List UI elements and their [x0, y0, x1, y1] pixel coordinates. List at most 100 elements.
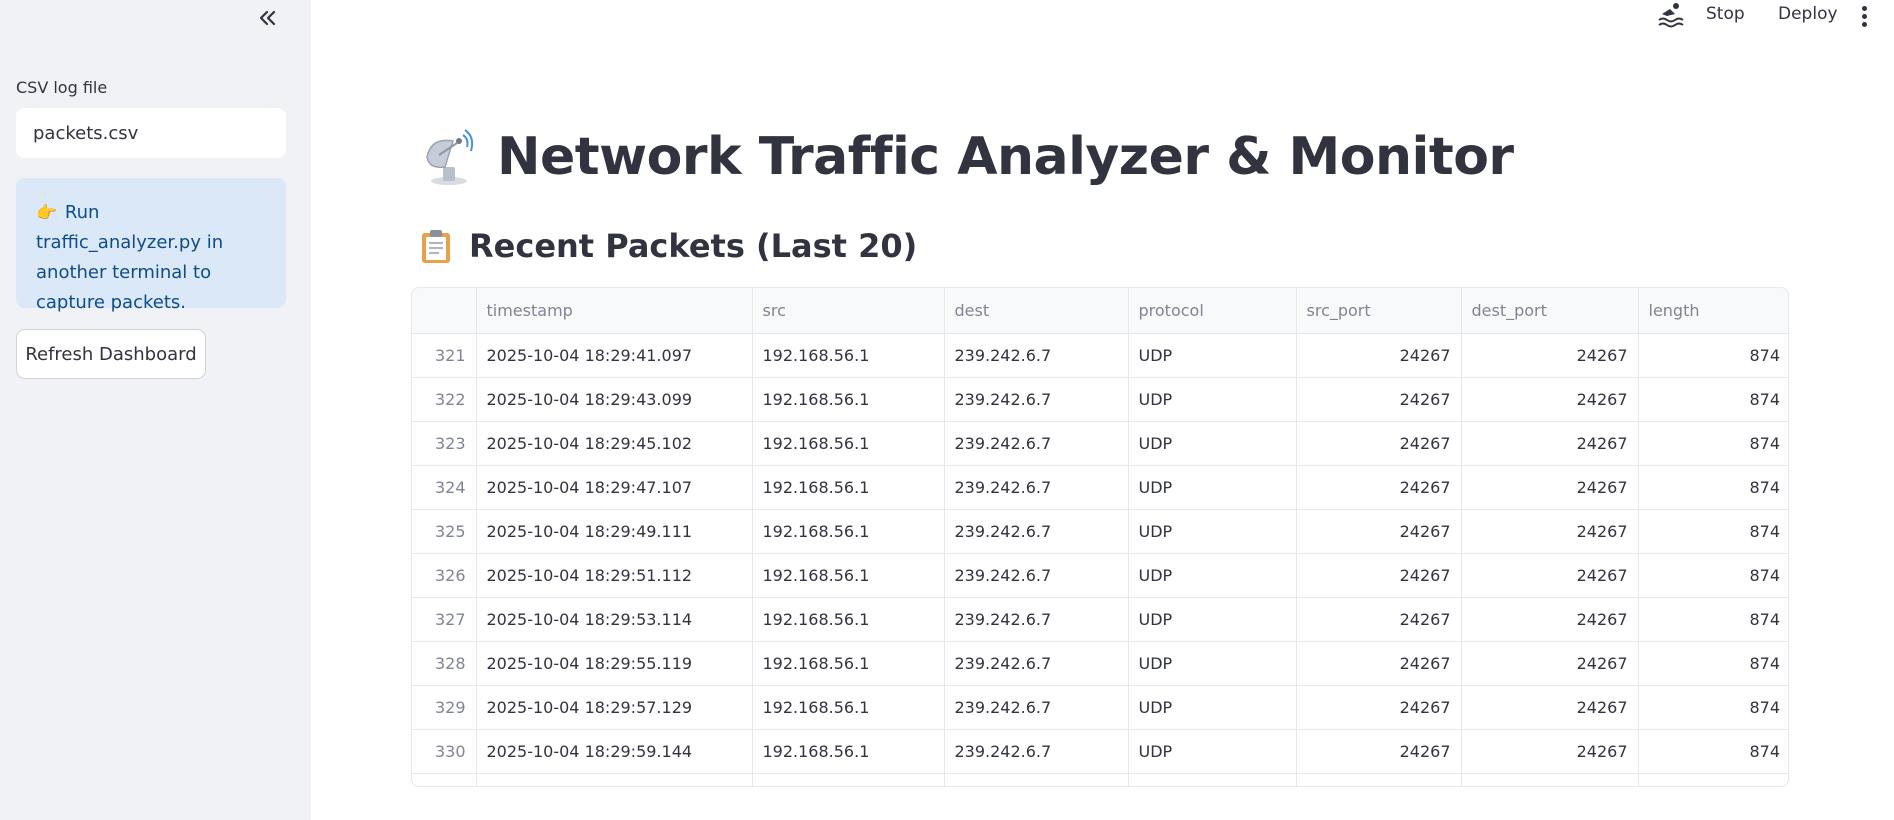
- table-row[interactable]: 328 2025-10-04 18:29:55.119 192.168.56.1 23…: [412, 641, 1788, 686]
- cell-index[interactable]: 324: [412, 465, 477, 510]
- vertical-ellipsis-icon[interactable]: [1855, 4, 1873, 30]
- double-chevron-left-icon[interactable]: [253, 4, 281, 32]
- cell-timestamp[interactable]: [476, 773, 753, 786]
- cell-index[interactable]: [412, 773, 477, 786]
- cell-timestamp[interactable]: 2025-10-04 18:29:47.107: [476, 465, 753, 510]
- cell-src[interactable]: 192.168.56.1: [752, 553, 945, 598]
- table-row[interactable]: [412, 773, 1788, 786]
- table-row[interactable]: 324 2025-10-04 18:29:47.107 192.168.56.1 23…: [412, 465, 1788, 510]
- cell-index[interactable]: 330: [412, 729, 477, 774]
- column-header-dest[interactable]: dest: [944, 288, 1129, 334]
- cell-dest_port[interactable]: 24267: [1461, 333, 1639, 378]
- cell-protocol[interactable]: UDP: [1128, 465, 1297, 510]
- cell-dest_port[interactable]: 24267: [1461, 685, 1639, 730]
- cell-dest[interactable]: 239.242.6.7: [944, 333, 1129, 378]
- cell-protocol[interactable]: UDP: [1128, 421, 1297, 466]
- table-row[interactable]: 321 2025-10-04 18:29:41.097 192.168.56.1 23…: [412, 333, 1788, 378]
- cell-dest[interactable]: 239.242.6.7: [944, 641, 1129, 686]
- table-row[interactable]: 326 2025-10-04 18:29:51.112 192.168.56.1 23…: [412, 553, 1788, 598]
- stop-button[interactable]: Stop: [1706, 4, 1745, 24]
- cell-index[interactable]: 322: [412, 377, 477, 422]
- cell-dest_port[interactable]: [1461, 773, 1639, 786]
- cell-src[interactable]: 192.168.56.1: [752, 509, 945, 554]
- cell-src[interactable]: 192.168.56.1: [752, 597, 945, 642]
- cell-index[interactable]: 321: [412, 333, 477, 378]
- cell-src[interactable]: 192.168.56.1: [752, 729, 945, 774]
- deploy-button[interactable]: Deploy: [1778, 4, 1838, 24]
- cell-length[interactable]: [1638, 773, 1788, 786]
- cell-protocol[interactable]: UDP: [1128, 333, 1297, 378]
- cell-index[interactable]: 325: [412, 509, 477, 554]
- table-row[interactable]: 330 2025-10-04 18:29:59.144 192.168.56.1 23…: [412, 729, 1788, 774]
- cell-dest[interactable]: 239.242.6.7: [944, 421, 1129, 466]
- cell-dest[interactable]: 239.242.6.7: [944, 553, 1129, 598]
- cell-src[interactable]: 192.168.56.1: [752, 377, 945, 422]
- cell-index[interactable]: 328: [412, 641, 477, 686]
- cell-dest[interactable]: 239.242.6.7: [944, 597, 1129, 642]
- column-header-timestamp[interactable]: timestamp: [476, 288, 753, 334]
- cell-length[interactable]: 874: [1638, 641, 1788, 686]
- table-row[interactable]: 323 2025-10-04 18:29:45.102 192.168.56.1 23…: [412, 421, 1788, 466]
- cell-src[interactable]: 192.168.56.1: [752, 333, 945, 378]
- cell-src[interactable]: [752, 773, 945, 786]
- cell-length[interactable]: 874: [1638, 597, 1788, 642]
- cell-length[interactable]: 874: [1638, 377, 1788, 422]
- cell-length[interactable]: 874: [1638, 465, 1788, 510]
- cell-src[interactable]: 192.168.56.1: [752, 421, 945, 466]
- cell-dest[interactable]: 239.242.6.7: [944, 377, 1129, 422]
- cell-length[interactable]: 874: [1638, 729, 1788, 774]
- cell-protocol[interactable]: UDP: [1128, 685, 1297, 730]
- cell-dest[interactable]: [944, 773, 1129, 786]
- cell-length[interactable]: 874: [1638, 685, 1788, 730]
- cell-dest_port[interactable]: 24267: [1461, 729, 1639, 774]
- cell-protocol[interactable]: [1128, 773, 1297, 786]
- cell-protocol[interactable]: UDP: [1128, 509, 1297, 554]
- cell-index[interactable]: 323: [412, 421, 477, 466]
- cell-protocol[interactable]: UDP: [1128, 553, 1297, 598]
- cell-src[interactable]: 192.168.56.1: [752, 465, 945, 510]
- cell-timestamp[interactable]: 2025-10-04 18:29:49.111: [476, 509, 753, 554]
- cell-dest_port[interactable]: 24267: [1461, 421, 1639, 466]
- cell-src[interactable]: 192.168.56.1: [752, 685, 945, 730]
- cell-protocol[interactable]: UDP: [1128, 729, 1297, 774]
- cell-src_port[interactable]: 24267: [1296, 465, 1462, 510]
- cell-dest_port[interactable]: 24267: [1461, 377, 1639, 422]
- cell-dest[interactable]: 239.242.6.7: [944, 685, 1129, 730]
- column-header-src_port[interactable]: src_port: [1296, 288, 1462, 334]
- cell-dest[interactable]: 239.242.6.7: [944, 465, 1129, 510]
- packets-dataframe[interactable]: timestamp src dest protocol src_port dest_por…: [411, 287, 1789, 787]
- column-header-src[interactable]: src: [752, 288, 945, 334]
- cell-length[interactable]: 874: [1638, 333, 1788, 378]
- cell-src_port[interactable]: [1296, 773, 1462, 786]
- cell-timestamp[interactable]: 2025-10-04 18:29:55.119: [476, 641, 753, 686]
- cell-dest_port[interactable]: 24267: [1461, 553, 1639, 598]
- column-header-index[interactable]: [412, 288, 477, 334]
- cell-src_port[interactable]: 24267: [1296, 685, 1462, 730]
- cell-src_port[interactable]: 24267: [1296, 509, 1462, 554]
- cell-src_port[interactable]: 24267: [1296, 377, 1462, 422]
- cell-length[interactable]: 874: [1638, 553, 1788, 598]
- cell-timestamp[interactable]: 2025-10-04 18:29:45.102: [476, 421, 753, 466]
- column-header-dest_port[interactable]: dest_port: [1461, 288, 1639, 334]
- cell-index[interactable]: 329: [412, 685, 477, 730]
- cell-src_port[interactable]: 24267: [1296, 729, 1462, 774]
- cell-src[interactable]: 192.168.56.1: [752, 641, 945, 686]
- cell-index[interactable]: 327: [412, 597, 477, 642]
- cell-timestamp[interactable]: 2025-10-04 18:29:43.099: [476, 377, 753, 422]
- column-header-protocol[interactable]: protocol: [1128, 288, 1297, 334]
- cell-length[interactable]: 874: [1638, 421, 1788, 466]
- cell-dest_port[interactable]: 24267: [1461, 597, 1639, 642]
- cell-src_port[interactable]: 24267: [1296, 421, 1462, 466]
- cell-dest_port[interactable]: 24267: [1461, 509, 1639, 554]
- table-row[interactable]: 327 2025-10-04 18:29:53.114 192.168.56.1 23…: [412, 597, 1788, 642]
- cell-timestamp[interactable]: 2025-10-04 18:29:57.129: [476, 685, 753, 730]
- refresh-dashboard-button[interactable]: Refresh Dashboard: [16, 329, 206, 379]
- cell-length[interactable]: 874: [1638, 509, 1788, 554]
- cell-timestamp[interactable]: 2025-10-04 18:29:59.144: [476, 729, 753, 774]
- column-header-length[interactable]: length: [1638, 288, 1788, 334]
- cell-src_port[interactable]: 24267: [1296, 641, 1462, 686]
- table-row[interactable]: 329 2025-10-04 18:29:57.129 192.168.56.1 23…: [412, 685, 1788, 730]
- cell-dest_port[interactable]: 24267: [1461, 641, 1639, 686]
- cell-timestamp[interactable]: 2025-10-04 18:29:51.112: [476, 553, 753, 598]
- cell-dest[interactable]: 239.242.6.7: [944, 509, 1129, 554]
